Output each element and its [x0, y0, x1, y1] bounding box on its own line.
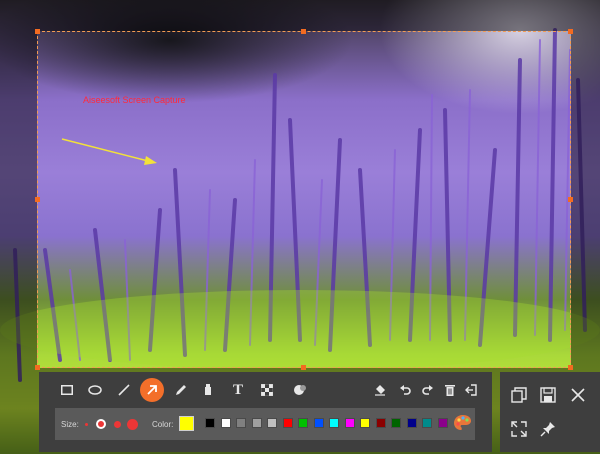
rectangle-icon [61, 385, 73, 395]
ellipse-icon [88, 385, 102, 395]
resize-handle-bottom-left[interactable] [35, 365, 40, 370]
pen-tool[interactable] [170, 380, 192, 400]
color-swatch[interactable] [422, 418, 432, 428]
color-swatch[interactable] [298, 418, 308, 428]
resize-handle-bottom-right[interactable] [568, 365, 573, 370]
color-swatch[interactable] [282, 418, 293, 428]
resize-handle-right[interactable] [568, 197, 573, 202]
close-icon [571, 388, 585, 402]
redo-icon [422, 385, 433, 395]
mosaic-tool[interactable] [256, 380, 278, 400]
resize-handle-top[interactable] [301, 29, 306, 34]
color-swatch[interactable] [406, 418, 417, 428]
dimmed-area-top [0, 0, 600, 31]
copy-icon [511, 387, 527, 403]
exit-button[interactable] [460, 380, 482, 400]
edit-toolbar: T Size: Color: [39, 372, 492, 452]
color-swatch[interactable] [236, 418, 246, 428]
highlighter-tool[interactable] [197, 380, 219, 400]
color-label: Color: [152, 420, 174, 429]
capture-selection[interactable] [37, 31, 571, 368]
color-swatch[interactable] [375, 418, 386, 428]
highlighter-icon [205, 384, 211, 395]
redo-button[interactable] [417, 380, 439, 400]
text-tool[interactable]: T [227, 380, 249, 400]
pin-button[interactable] [537, 418, 559, 440]
palette-icon[interactable] [453, 414, 473, 432]
undo-icon [400, 385, 411, 395]
text-annotation[interactable]: Aiseesoft Screen Capture [83, 95, 186, 105]
eraser-icon [375, 385, 385, 396]
line-tool[interactable] [113, 380, 135, 400]
color-swatch[interactable] [251, 418, 262, 428]
arrow-annotation[interactable] [60, 135, 160, 167]
close-button[interactable] [567, 384, 589, 406]
delete-icon [445, 385, 455, 396]
size-medium-option[interactable] [96, 419, 106, 429]
size-large-option[interactable] [127, 419, 138, 430]
mosaic-icon [261, 384, 273, 396]
color-swatch[interactable] [344, 418, 355, 428]
resize-handle-bottom[interactable] [301, 365, 306, 370]
text-icon: T [232, 381, 243, 398]
dimmed-area-right [571, 31, 600, 368]
eraser-tool[interactable] [369, 380, 391, 400]
arrow-icon [147, 385, 157, 395]
undo-button[interactable] [394, 380, 416, 400]
resize-handle-top-left[interactable] [35, 29, 40, 34]
pen-icon [176, 385, 186, 395]
size-medium-dot[interactable] [114, 421, 121, 428]
delete-button[interactable] [439, 380, 461, 400]
tool-options-bar: Size: Color: [55, 408, 475, 440]
fullscreen-icon [511, 421, 527, 437]
exit-icon [465, 384, 477, 396]
line-icon [118, 384, 130, 396]
rectangle-tool[interactable] [56, 380, 78, 400]
fullscreen-button[interactable] [508, 418, 530, 440]
current-color-swatch[interactable] [179, 416, 194, 431]
copy-button[interactable] [508, 384, 530, 406]
save-button[interactable] [537, 384, 559, 406]
resize-handle-top-right[interactable] [568, 29, 573, 34]
color-swatch[interactable] [391, 418, 401, 428]
color-swatch[interactable] [329, 418, 339, 428]
size-label: Size: [61, 420, 79, 429]
step-number-icon [294, 385, 306, 395]
save-icon [540, 387, 556, 403]
color-swatch[interactable] [437, 418, 448, 428]
color-swatch[interactable] [220, 418, 231, 428]
step-number-tool[interactable] [289, 380, 311, 400]
color-swatch[interactable] [360, 418, 370, 428]
arrow-tool[interactable] [140, 378, 164, 402]
output-panel [500, 372, 600, 452]
color-swatch[interactable] [267, 418, 277, 428]
ellipse-tool[interactable] [84, 380, 106, 400]
pin-icon [540, 422, 555, 437]
color-swatch[interactable] [205, 418, 215, 428]
color-swatch[interactable] [313, 418, 324, 428]
size-small-option[interactable] [85, 423, 88, 426]
resize-handle-left[interactable] [35, 197, 40, 202]
dimmed-area-left [0, 31, 37, 368]
